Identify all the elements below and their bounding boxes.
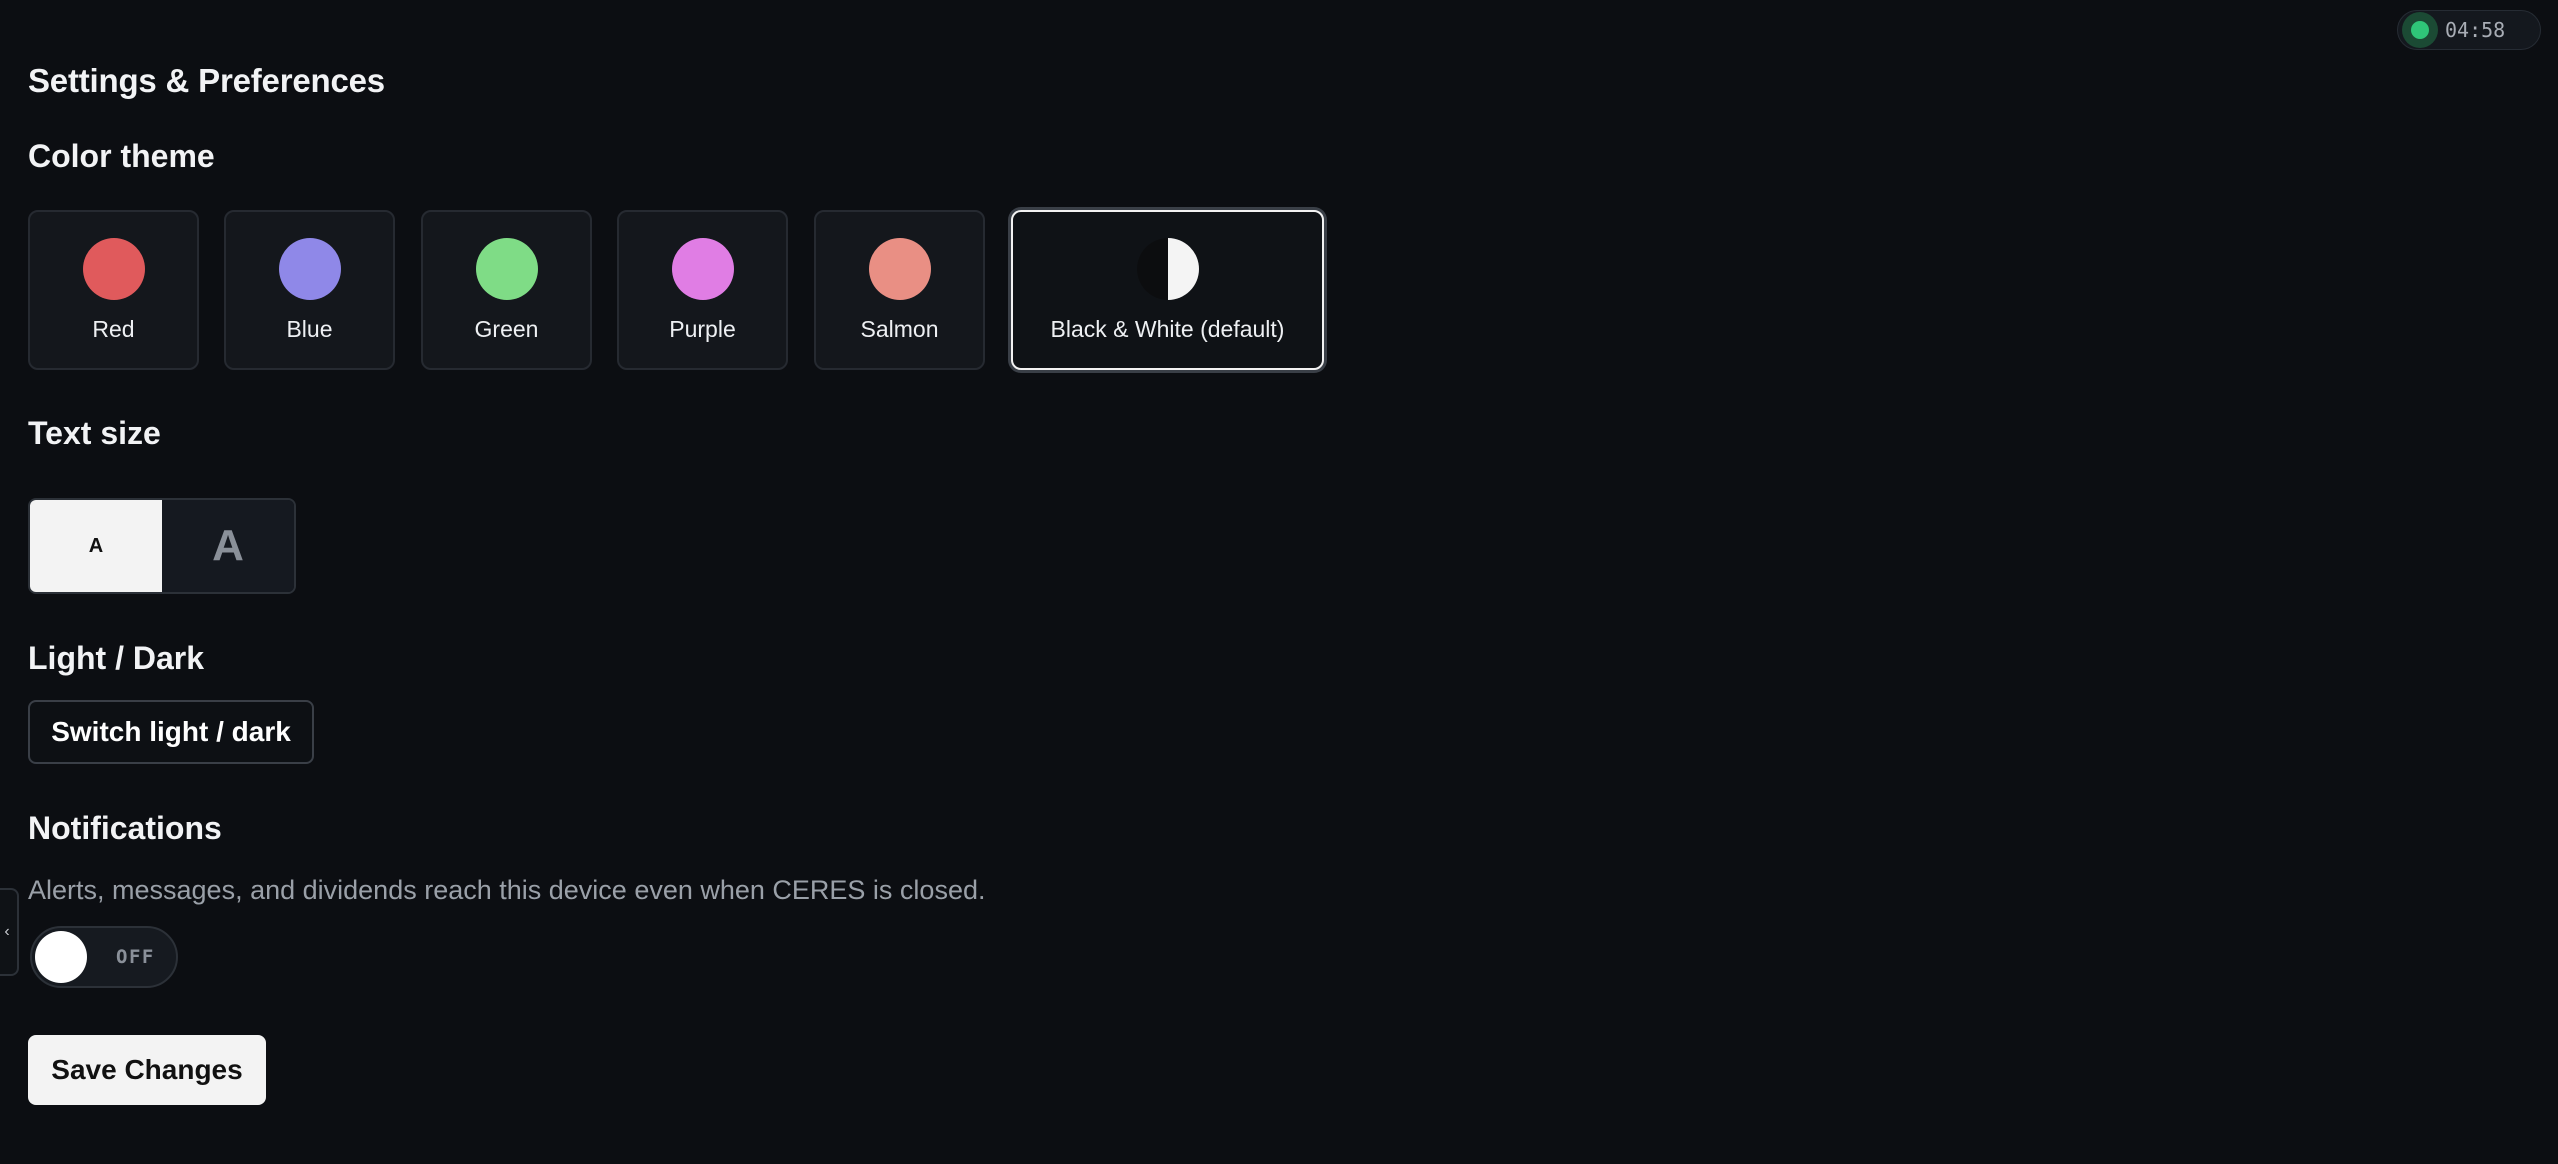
theme-option-label: Purple xyxy=(669,316,736,342)
purple-swatch-icon xyxy=(671,238,734,300)
settings-page: Settings & Preferences Color theme Red B… xyxy=(28,0,2558,1164)
theme-option-purple[interactable]: Purple xyxy=(617,210,788,370)
text-size-large-button[interactable]: A xyxy=(162,500,294,592)
toggle-state-label: OFF xyxy=(116,946,155,968)
theme-option-salmon[interactable]: Salmon xyxy=(814,210,985,370)
toggle-knob xyxy=(35,931,87,983)
text-size-heading: Text size xyxy=(28,415,161,451)
sidebar-collapse-handle[interactable]: ‹ xyxy=(0,888,19,976)
green-swatch-icon xyxy=(475,238,538,300)
switch-light-dark-button[interactable]: Switch light / dark xyxy=(28,700,314,764)
theme-option-black-white[interactable]: Black & White (default) xyxy=(1011,210,1324,370)
theme-option-red[interactable]: Red xyxy=(28,210,199,370)
notifications-description: Alerts, messages, and dividends reach th… xyxy=(28,875,986,905)
blue-swatch-icon xyxy=(278,238,341,300)
theme-option-label: Salmon xyxy=(860,316,939,342)
salmon-swatch-icon xyxy=(868,238,931,300)
notifications-heading: Notifications xyxy=(28,810,222,846)
theme-option-label: Green xyxy=(474,316,539,342)
save-changes-button[interactable]: Save Changes xyxy=(28,1035,266,1105)
theme-option-label: Red xyxy=(92,316,135,342)
text-size-small-button[interactable]: A xyxy=(30,500,162,592)
light-dark-heading: Light / Dark xyxy=(28,640,205,676)
color-theme-heading: Color theme xyxy=(28,138,215,174)
notifications-toggle[interactable]: OFF xyxy=(30,926,178,988)
red-swatch-icon xyxy=(82,238,145,300)
theme-option-label: Black & White (default) xyxy=(1050,316,1285,342)
text-size-toggle: A A xyxy=(28,498,296,594)
half-circle-contrast-icon xyxy=(1136,238,1199,300)
page-title: Settings & Preferences xyxy=(28,62,385,99)
chevron-left-icon: ‹ xyxy=(4,923,10,940)
theme-option-green[interactable]: Green xyxy=(421,210,592,370)
theme-option-blue[interactable]: Blue xyxy=(224,210,395,370)
theme-option-label: Blue xyxy=(286,316,333,342)
